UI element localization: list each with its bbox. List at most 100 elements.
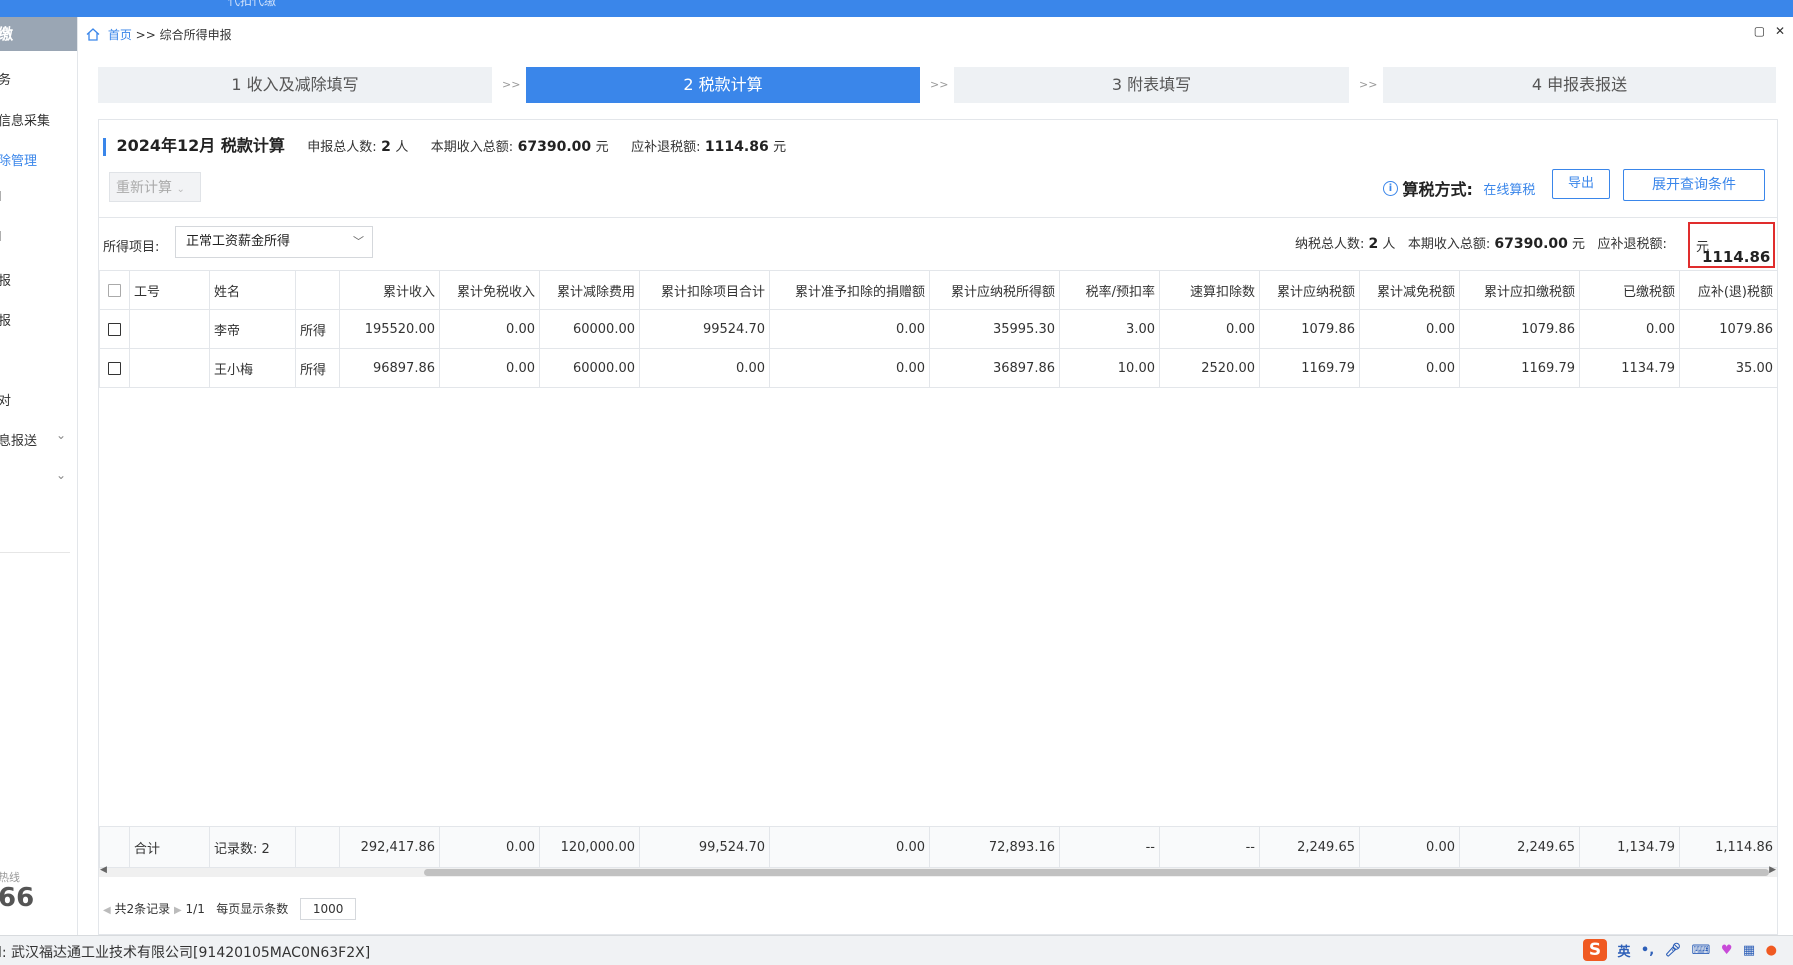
col-header-name[interactable]: 姓名 (209, 270, 296, 310)
sidebar-item-5[interactable]: l (0, 230, 2, 245)
income-item-label: 所得项目: (103, 240, 160, 255)
scroll-left-icon[interactable]: ◀ (100, 865, 107, 875)
step-wizard: 1 收入及减除填写 >> 2 税款计算 >> 3 附表填写 >> 4 申报表报送 (98, 67, 1776, 103)
horizontal-scrollbar[interactable]: ◀ ▶ (99, 865, 1777, 877)
info-icon[interactable]: i (1383, 180, 1398, 196)
page-size-input[interactable]: 1000 (300, 898, 357, 920)
summary-stats: 纳税总人数: 2 人 本期收入总额: 67390.00 元 应补退税额: (1295, 233, 1667, 252)
sidebar-item-report-2[interactable]: 报 (0, 310, 11, 329)
tax-table: 工号 姓名 累计收入 累计免税收入 累计减除费用 累计扣除项目合计 累计准予扣除… (99, 270, 1778, 388)
income-unit: 元 (595, 140, 609, 155)
table-row[interactable]: 李帝 所得 195520.00 0.00 60000.00 99524.70 0… (99, 309, 1778, 349)
col-header-cum-tax[interactable]: 累计应纳税额 (1259, 270, 1360, 310)
refund-value: 1114.86 (704, 139, 769, 155)
row-checkbox[interactable] (99, 309, 130, 349)
next-page-icon[interactable]: ▶ (174, 905, 182, 916)
sogou-ime-icon[interactable]: S (1583, 939, 1607, 961)
cell-cum-exempt: 0.00 (439, 348, 540, 388)
col-header-refund[interactable]: 应补(退)税额 (1679, 270, 1778, 310)
total-cum-donation: 0.00 (769, 826, 930, 868)
col-header-cum-exempt[interactable]: 累计免税收入 (439, 270, 540, 310)
scroll-right-icon[interactable]: ▶ (1769, 865, 1776, 875)
step-schedule-filling[interactable]: 3 附表填写 (954, 67, 1349, 103)
breadcrumb-current: 综合所得申报 (159, 28, 232, 42)
cell-cum-income: 195520.00 (339, 309, 440, 349)
mascot-icon[interactable]: ● (1766, 943, 1777, 958)
tax-method-label: 算税方式: (1402, 180, 1473, 199)
col-header-cum-taxable[interactable]: 累计应纳税所得额 (929, 270, 1060, 310)
sidebar-item-info-collection[interactable]: 信息采集 (0, 110, 50, 129)
expand-query-button[interactable]: 展开查询条件 (1623, 169, 1765, 201)
checkbox-icon (108, 322, 121, 336)
col-header-income-item[interactable] (295, 270, 340, 310)
home-icon[interactable] (86, 28, 100, 41)
cell-cum-deduct-fee: 60000.00 (539, 348, 640, 388)
prev-page-icon[interactable]: ◀ (103, 905, 111, 916)
col-header-quick-deduct[interactable]: 速算扣除数 (1159, 270, 1260, 310)
step-income-deduction[interactable]: 1 收入及减除填写 (98, 67, 492, 103)
close-icon[interactable]: ✕ (1775, 24, 1785, 38)
row-checkbox[interactable] (99, 348, 130, 388)
sidebar-item-check[interactable]: 对 (0, 390, 11, 409)
totals-row: 合计 记录数: 2 292,417.86 0.00 120,000.00 99,… (99, 826, 1778, 868)
divider (99, 217, 1777, 218)
sidebar-item-deduction-management[interactable]: 除管理 (0, 150, 37, 169)
cell-rate: 3.00 (1059, 309, 1160, 349)
summary-refund-label: 应补退税额: (1597, 237, 1667, 252)
breadcrumb-home[interactable]: 首页 (108, 28, 132, 42)
chevron-down-icon: ﹀ (353, 235, 364, 248)
col-header-cum-deduct-total[interactable]: 累计扣除项目合计 (639, 270, 770, 310)
page-title: 2024年12月 税款计算 (116, 136, 285, 155)
col-header-cum-income[interactable]: 累计收入 (339, 270, 440, 310)
col-header-id[interactable]: 工号 (129, 270, 210, 310)
cell-rate: 10.00 (1059, 348, 1160, 388)
refund-label: 应补退税额: (631, 140, 701, 155)
keyboard-icon[interactable]: ⌨ (1692, 943, 1711, 958)
col-header-rate[interactable]: 税率/预扣率 (1059, 270, 1160, 310)
company-info: l: 武汉福达通工业技术有限公司[91420105MAC0N63F2X] (0, 945, 371, 961)
export-button[interactable]: 导出 (1552, 169, 1610, 199)
skin-icon[interactable]: ♥ (1721, 943, 1733, 958)
income-item-select[interactable]: 正常工资薪金所得 ﹀ (175, 226, 373, 258)
total-people-unit: 人 (395, 140, 409, 155)
chevron-down-icon[interactable]: ⌄ (56, 428, 66, 442)
cell-income-item: 所得 (295, 348, 340, 388)
cell-cum-withhold: 1169.79 (1459, 348, 1580, 388)
col-header-paid[interactable]: 已缴税额 (1579, 270, 1680, 310)
col-header-cum-relief[interactable]: 累计减免税额 (1359, 270, 1460, 310)
sidebar: 缴 务 信息采集 除管理 l l 报 报 对 息报送 ⌄ ⌄ 热线 66 (0, 17, 78, 935)
summary-income-label: 本期收入总额: (1407, 237, 1491, 252)
sidebar-item-4[interactable]: l (0, 190, 2, 205)
step-report-submit[interactable]: 4 申报表报送 (1383, 67, 1776, 103)
punctuation-icon[interactable]: •, (1641, 943, 1654, 958)
highlighted-refund-value: 1114.86 元 (1688, 222, 1775, 268)
recalculate-button[interactable]: 重新计算 ⌄ (109, 172, 201, 202)
cell-id (129, 348, 210, 388)
total-cum-income: 292,417.86 (339, 826, 440, 868)
col-header-cum-deduct-fee[interactable]: 累计减除费用 (539, 270, 640, 310)
restore-icon[interactable]: ▢ (1754, 24, 1765, 38)
microphone-icon[interactable]: 🎤︎ (1665, 943, 1682, 958)
total-people-label: 申报总人数: (307, 140, 377, 155)
total-cum-deduct-fee: 120,000.00 (539, 826, 640, 868)
cell-paid: 1134.79 (1579, 348, 1680, 388)
ime-mode-label[interactable]: 英 (1617, 941, 1630, 960)
col-header-cum-withhold[interactable]: 累计应扣缴税额 (1459, 270, 1580, 310)
scrollbar-thumb[interactable] (424, 869, 1769, 876)
cell-refund: 35.00 (1679, 348, 1778, 388)
tax-method-value[interactable]: 在线算税 (1483, 183, 1535, 198)
cell-cum-taxable: 35995.30 (929, 309, 1060, 349)
table-header-row: 工号 姓名 累计收入 累计免税收入 累计减除费用 累计扣除项目合计 累计准予扣除… (99, 270, 1778, 310)
cell-cum-income: 96897.86 (339, 348, 440, 388)
sidebar-header[interactable]: 缴 (0, 17, 77, 51)
chevron-down-icon[interactable]: ⌄ (56, 468, 66, 482)
step-tax-calculation[interactable]: 2 税款计算 (526, 67, 920, 103)
select-all-checkbox[interactable] (99, 270, 130, 310)
sidebar-item-report-1[interactable]: 报 (0, 270, 11, 289)
table-row[interactable]: 王小梅 所得 96897.86 0.00 60000.00 0.00 0.00 … (99, 348, 1778, 388)
sidebar-item-info-submit[interactable]: 息报送 (0, 430, 37, 449)
sidebar-item-1[interactable]: 务 (0, 69, 11, 88)
cell-cum-donation: 0.00 (769, 309, 930, 349)
col-header-cum-donation[interactable]: 累计准予扣除的捐赠额 (769, 270, 930, 310)
toolbox-icon[interactable]: ▦ (1743, 943, 1755, 958)
